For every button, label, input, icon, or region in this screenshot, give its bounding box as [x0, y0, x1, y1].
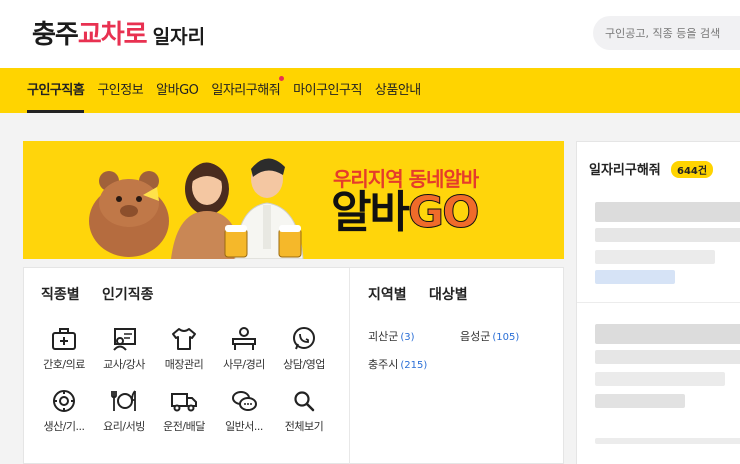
- category-label: 매장관리: [164, 358, 204, 371]
- blurred-listing-tag: [595, 270, 675, 284]
- blurred-listing-title[interactable]: [595, 202, 740, 222]
- blurred-listing-line: [595, 394, 685, 408]
- category-cooking-serving[interactable]: 요리/서빙: [94, 388, 154, 434]
- medical-kit-icon: [52, 328, 76, 350]
- shirt-icon: [172, 328, 196, 350]
- category-consulting-sales[interactable]: 상담/영업: [274, 326, 334, 372]
- tab-by-region[interactable]: 지역별: [368, 284, 407, 307]
- logo-text-brand: 교차로: [77, 20, 148, 50]
- nav-item-my-page[interactable]: 마이구인구직: [293, 68, 362, 113]
- blurred-listing-line: [595, 372, 725, 386]
- category-label: 사무/경리: [223, 358, 265, 371]
- logo-text-city: 충주: [32, 20, 79, 50]
- region-name: 음성군: [460, 330, 491, 343]
- region-link-eumseong[interactable]: 음성군 (105): [460, 328, 519, 344]
- new-badge-dot: [279, 76, 285, 81]
- nav-item-products[interactable]: 상품안내: [375, 68, 421, 113]
- count-badge: 644건: [671, 161, 714, 178]
- nav-item-find-job-for-me[interactable]: 일자리구해줘: [211, 68, 285, 113]
- aside-title[interactable]: 일자리구해줘: [589, 159, 661, 178]
- phone-chat-icon: [293, 327, 315, 350]
- blurred-listing-line: [595, 438, 740, 444]
- banner-title: 알바GO: [331, 187, 480, 239]
- region-count: (3): [400, 332, 415, 343]
- banner-title-go: GO: [407, 187, 480, 239]
- main-nav: 구인구직홈 구인정보 알바GO 일자리구해줘 마이구인구직 상품안내: [0, 68, 740, 113]
- chat-bubbles-icon: [232, 391, 257, 411]
- region-count: (105): [492, 332, 520, 343]
- region-link-goesan[interactable]: 괴산군 (3): [368, 328, 415, 344]
- office-worker-icon: [232, 327, 256, 350]
- category-production[interactable]: 생산/기...: [34, 388, 94, 434]
- region-count: (215): [400, 360, 428, 371]
- category-label: 요리/서빙: [103, 420, 145, 433]
- dining-icon: [111, 390, 136, 411]
- blurred-listing-line: [595, 228, 740, 242]
- region-name: 괴산군: [368, 330, 399, 343]
- logo-text-jobs: 일자리: [152, 26, 206, 48]
- category-teacher[interactable]: 교사/강사: [94, 326, 154, 372]
- category-label: 일반서...: [225, 420, 263, 433]
- category-office[interactable]: 사무/경리: [214, 326, 274, 372]
- listing-divider: [577, 302, 740, 303]
- category-label: 교사/강사: [103, 358, 145, 371]
- search-input[interactable]: 구인공고, 직종 등을 검색: [593, 16, 740, 50]
- category-label: 상담/영업: [283, 358, 325, 371]
- albago-banner[interactable]: 우리지역 동네알바 알바GO: [23, 141, 564, 259]
- blurred-listing-line: [595, 250, 715, 264]
- category-view-all[interactable]: 전체보기: [274, 388, 334, 434]
- tab-by-job-type[interactable]: 직종별: [41, 284, 80, 307]
- blurred-listing-title[interactable]: [595, 324, 740, 344]
- region-link-chungju[interactable]: 충주시 (215): [368, 356, 427, 372]
- region-name: 충주시: [368, 358, 399, 371]
- nav-item-job-info[interactable]: 구인정보: [97, 68, 143, 113]
- category-label: 간호/의료: [43, 358, 85, 371]
- category-nursing-medical[interactable]: 간호/의료: [34, 326, 94, 372]
- gear-icon: [53, 390, 75, 412]
- tab-popular-jobs[interactable]: 인기직종: [102, 284, 154, 304]
- nav-item-home[interactable]: 구인구직홈: [27, 68, 85, 113]
- category-label: 운전/배달: [163, 420, 205, 433]
- site-header: 충주 교차로 일자리 구인공고, 직종 등을 검색: [0, 0, 740, 68]
- find-job-for-me-panel: 일자리구해줘 644건: [576, 141, 740, 464]
- category-label: 전체보기: [284, 420, 324, 433]
- category-store-management[interactable]: 매장관리: [154, 326, 214, 372]
- nav-item-albago[interactable]: 알바GO: [156, 68, 199, 113]
- tab-by-target[interactable]: 대상별: [429, 284, 468, 304]
- site-logo[interactable]: 충주 교차로 일자리: [32, 14, 205, 52]
- nav-item-label: 일자리구해줘: [211, 83, 281, 98]
- truck-icon: [171, 393, 197, 412]
- job-category-panel: 직종별 인기직종 간호/의료 교사/강사 매장관리 사무/경리 상담/영업 생산…: [23, 267, 564, 464]
- banner-title-alba: 알바: [331, 187, 410, 238]
- panel-divider: [349, 268, 350, 464]
- category-driving-delivery[interactable]: 운전/배달: [154, 388, 214, 434]
- blurred-listing-line: [595, 350, 740, 364]
- teacher-board-icon: [113, 328, 136, 351]
- search-icon: [294, 391, 315, 412]
- banner-illustration: [89, 158, 304, 259]
- category-general-service[interactable]: 일반서...: [214, 388, 274, 434]
- category-label: 생산/기...: [43, 420, 85, 433]
